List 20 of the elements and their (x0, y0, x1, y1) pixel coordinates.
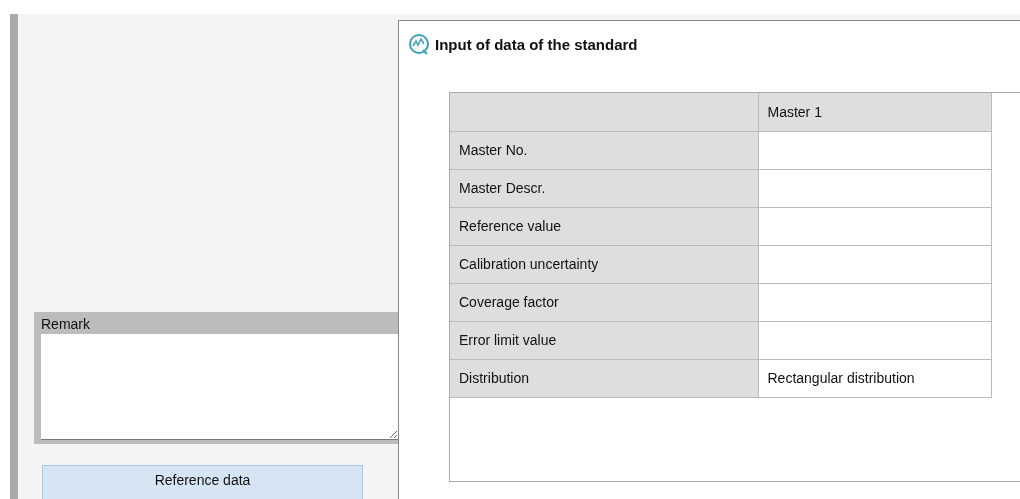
row-header: Distribution (450, 359, 758, 397)
remark-label: Remark (41, 315, 90, 334)
row-header: Master No. (450, 131, 758, 169)
value-cell[interactable]: Rectangular distribution (758, 359, 991, 397)
row-header: Reference value (450, 207, 758, 245)
value-cell[interactable] (758, 245, 991, 283)
reference-data-button[interactable]: Reference data (42, 465, 363, 499)
row-header: Calibration uncertainty (450, 245, 758, 283)
value-cell[interactable] (758, 283, 991, 321)
value-cell[interactable] (758, 321, 991, 359)
row-header: Error limit value (450, 321, 758, 359)
dialog-title: Input of data of the standard (435, 35, 638, 53)
value-cell[interactable] (758, 207, 991, 245)
value-cell[interactable] (758, 131, 991, 169)
gauge-chart-icon (408, 33, 430, 55)
row-header: Coverage factor (450, 283, 758, 321)
column-header: Master 1 (758, 93, 991, 131)
row-header: Master Descr. (450, 169, 758, 207)
value-cell[interactable] (758, 169, 991, 207)
remark-field[interactable] (41, 334, 398, 440)
